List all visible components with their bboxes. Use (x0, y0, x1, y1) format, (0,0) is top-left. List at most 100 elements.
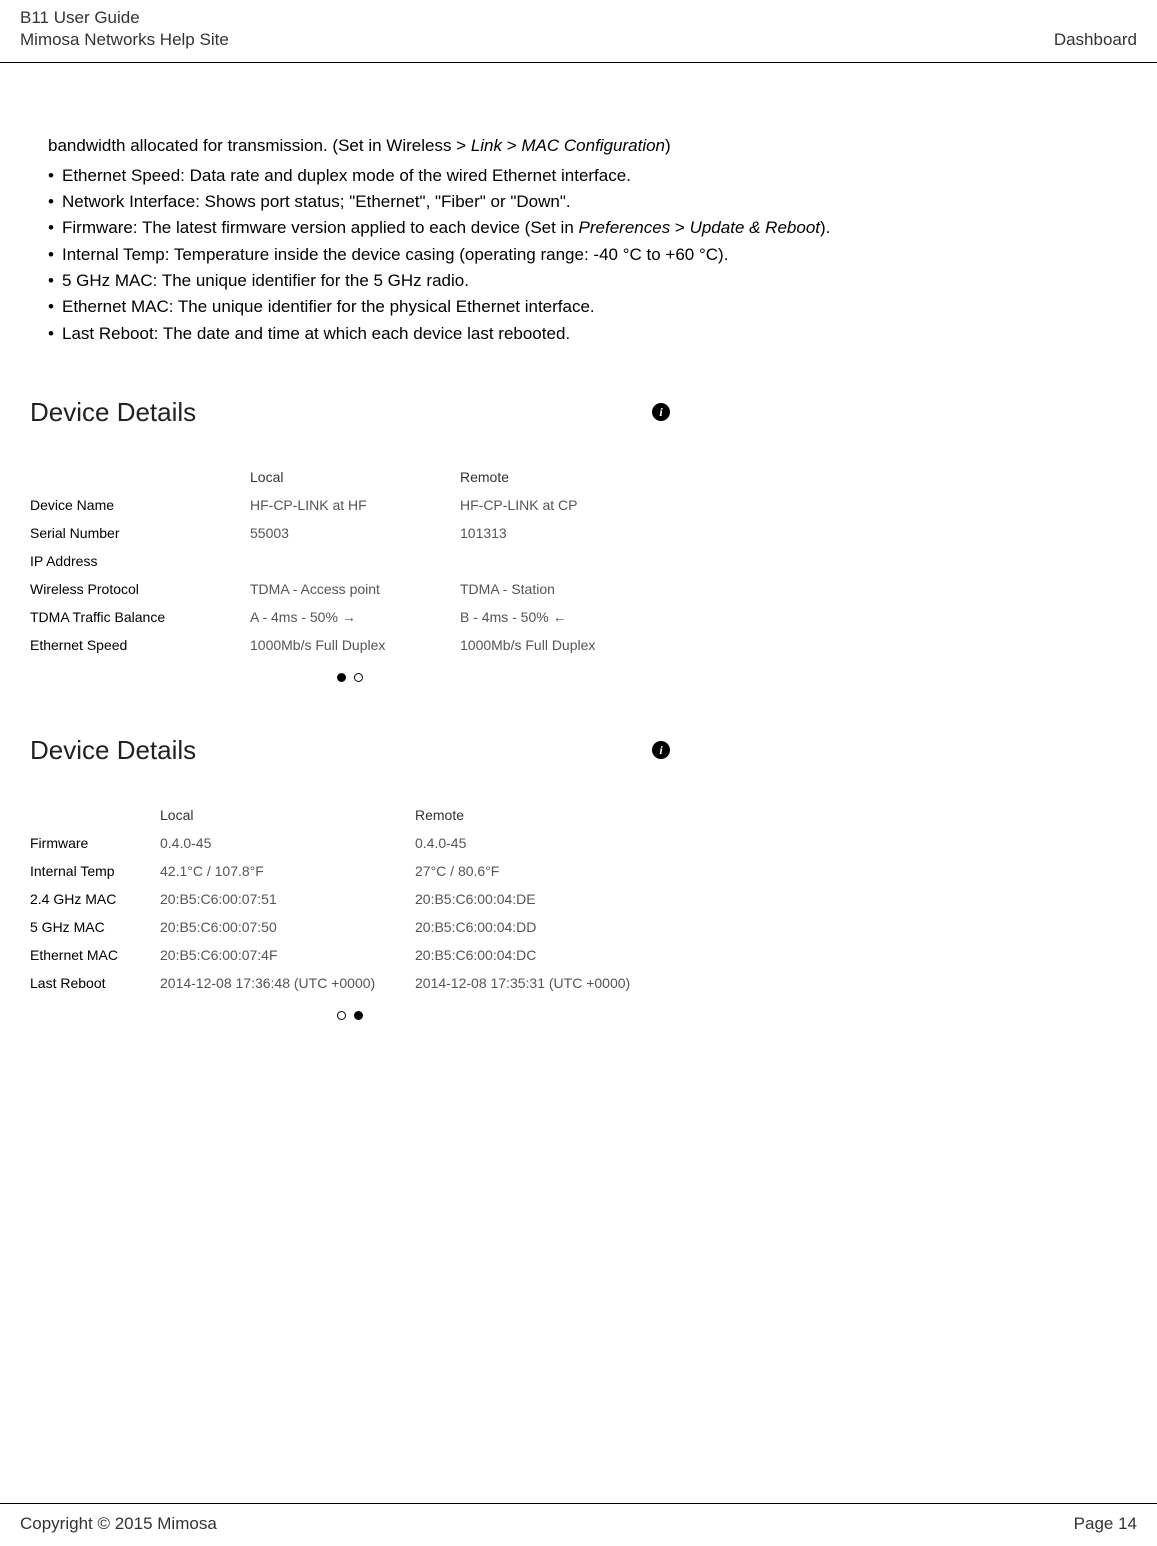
col-remote: Remote (460, 463, 670, 491)
table-row: IP Address (30, 547, 670, 575)
intro-line: bandwidth allocated for transmission. (S… (30, 133, 1127, 159)
cell-local: HF-CP-LINK at HF (250, 491, 460, 519)
cell-remote (460, 547, 670, 575)
cell-text: B - 4ms - 50% (460, 609, 549, 625)
cell-remote: TDMA - Station (460, 575, 670, 603)
cell-remote: B - 4ms - 50%← (460, 603, 670, 631)
cell-local: 0.4.0-45 (160, 829, 415, 857)
col-local: Local (160, 801, 415, 829)
cell-local: TDMA - Access point (250, 575, 460, 603)
cell-text: A - 4ms - 50% (250, 609, 338, 625)
arrow-left-icon: ← (553, 609, 567, 625)
list-item: Ethernet MAC: The unique identifier for … (48, 294, 1127, 320)
panel-title-row: Device Details i (30, 397, 670, 428)
device-details-table-2: Local Remote Firmware 0.4.0-45 0.4.0-45 … (30, 801, 670, 997)
device-details-panel-1: Device Details i Local Remote Device Nam… (30, 397, 670, 685)
doc-title: B11 User Guide (20, 8, 229, 28)
page-header-section: Dashboard (1054, 8, 1137, 50)
cell-remote: HF-CP-LINK at CP (460, 491, 670, 519)
col-local: Local (250, 463, 460, 491)
panel-title: Device Details (30, 735, 196, 766)
cell-local (250, 547, 460, 575)
info-icon[interactable]: i (652, 741, 670, 759)
list-item: Last Reboot: The date and time at which … (48, 321, 1127, 347)
row-label: TDMA Traffic Balance (30, 603, 250, 631)
row-label: Serial Number (30, 519, 250, 547)
cell-remote: 0.4.0-45 (415, 829, 670, 857)
info-icon[interactable]: i (652, 403, 670, 421)
cell-local: 2014-12-08 17:36:48 (UTC +0000) (160, 969, 415, 997)
page-header: B11 User Guide Mimosa Networks Help Site… (0, 0, 1157, 63)
cell-local: 20:B5:C6:00:07:50 (160, 913, 415, 941)
intro-text-italic1: Link (471, 136, 502, 155)
doc-subtitle: Mimosa Networks Help Site (20, 30, 229, 50)
list-item: Firmware: The latest firmware version ap… (48, 215, 1127, 241)
intro-text-italic2: MAC Configuration (521, 136, 665, 155)
device-details-panel-2: Device Details i Local Remote Firmware 0… (30, 735, 670, 1023)
copyright: Copyright © 2015 Mimosa (20, 1514, 217, 1534)
cell-local: 20:B5:C6:00:07:4F (160, 941, 415, 969)
table-row: Serial Number 55003 101313 (30, 519, 670, 547)
page-header-left: B11 User Guide Mimosa Networks Help Site (20, 8, 229, 50)
cell-remote: 20:B5:C6:00:04:DC (415, 941, 670, 969)
page-dot-2[interactable] (354, 673, 363, 682)
table-header-row: Local Remote (30, 463, 670, 491)
cell-local: 55003 (250, 519, 460, 547)
col-blank (30, 801, 160, 829)
intro-text-mid: > (502, 136, 521, 155)
table-row: TDMA Traffic Balance A - 4ms - 50%→ B - … (30, 603, 670, 631)
list-item: Internal Temp: Temperature inside the de… (48, 242, 1127, 268)
table-row: 2.4 GHz MAC 20:B5:C6:00:07:51 20:B5:C6:0… (30, 885, 670, 913)
bullet-text: Ethernet Speed: Data rate and duplex mod… (62, 166, 631, 185)
table-row: Last Reboot 2014-12-08 17:36:48 (UTC +00… (30, 969, 670, 997)
pagination-dots (30, 669, 670, 685)
intro-text-pre: bandwidth allocated for transmission. (S… (48, 136, 471, 155)
table-header-row: Local Remote (30, 801, 670, 829)
row-label: 2.4 GHz MAC (30, 885, 160, 913)
page-dot-2[interactable] (354, 1011, 363, 1020)
row-label: Device Name (30, 491, 250, 519)
page-dot-1[interactable] (337, 673, 346, 682)
table-row: Ethernet Speed 1000Mb/s Full Duplex 1000… (30, 631, 670, 659)
bullet-text: Internal Temp: Temperature inside the de… (62, 245, 728, 264)
table-row: Wireless Protocol TDMA - Access point TD… (30, 575, 670, 603)
row-label: Firmware (30, 829, 160, 857)
table-row: Device Name HF-CP-LINK at HF HF-CP-LINK … (30, 491, 670, 519)
col-blank (30, 463, 250, 491)
cell-remote: 2014-12-08 17:35:31 (UTC +0000) (415, 969, 670, 997)
table-row: Ethernet MAC 20:B5:C6:00:07:4F 20:B5:C6:… (30, 941, 670, 969)
page-footer: Copyright © 2015 Mimosa Page 14 (0, 1503, 1157, 1546)
cell-remote: 20:B5:C6:00:04:DD (415, 913, 670, 941)
arrow-right-icon: → (342, 609, 356, 625)
bullet-text: 5 GHz MAC: The unique identifier for the… (62, 271, 469, 290)
bullet-text: > (670, 218, 689, 237)
cell-remote: 20:B5:C6:00:04:DE (415, 885, 670, 913)
bullet-text: Last Reboot: The date and time at which … (62, 324, 570, 343)
cell-local: 42.1°C / 107.8°F (160, 857, 415, 885)
cell-local: 20:B5:C6:00:07:51 (160, 885, 415, 913)
row-label: Last Reboot (30, 969, 160, 997)
bullet-italic: Update & Reboot (690, 218, 820, 237)
bullet-text: ). (820, 218, 830, 237)
page-number: Page 14 (1074, 1514, 1137, 1534)
bullet-text: Network Interface: Shows port status; "E… (62, 192, 571, 211)
device-details-table-1: Local Remote Device Name HF-CP-LINK at H… (30, 463, 670, 659)
row-label: Ethernet Speed (30, 631, 250, 659)
cell-remote: 27°C / 80.6°F (415, 857, 670, 885)
cell-local: 1000Mb/s Full Duplex (250, 631, 460, 659)
list-item: Network Interface: Shows port status; "E… (48, 189, 1127, 215)
intro-text-post: ) (665, 136, 671, 155)
page-content: bandwidth allocated for transmission. (S… (0, 63, 1157, 1043)
pagination-dots (30, 1007, 670, 1023)
row-label: Wireless Protocol (30, 575, 250, 603)
page-dot-1[interactable] (337, 1011, 346, 1020)
row-label: IP Address (30, 547, 250, 575)
cell-remote: 1000Mb/s Full Duplex (460, 631, 670, 659)
cell-remote: 101313 (460, 519, 670, 547)
table-row: Internal Temp 42.1°C / 107.8°F 27°C / 80… (30, 857, 670, 885)
list-item: 5 GHz MAC: The unique identifier for the… (48, 268, 1127, 294)
list-item: Ethernet Speed: Data rate and duplex mod… (48, 163, 1127, 189)
row-label: Ethernet MAC (30, 941, 160, 969)
table-row: Firmware 0.4.0-45 0.4.0-45 (30, 829, 670, 857)
panel-title-row: Device Details i (30, 735, 670, 766)
